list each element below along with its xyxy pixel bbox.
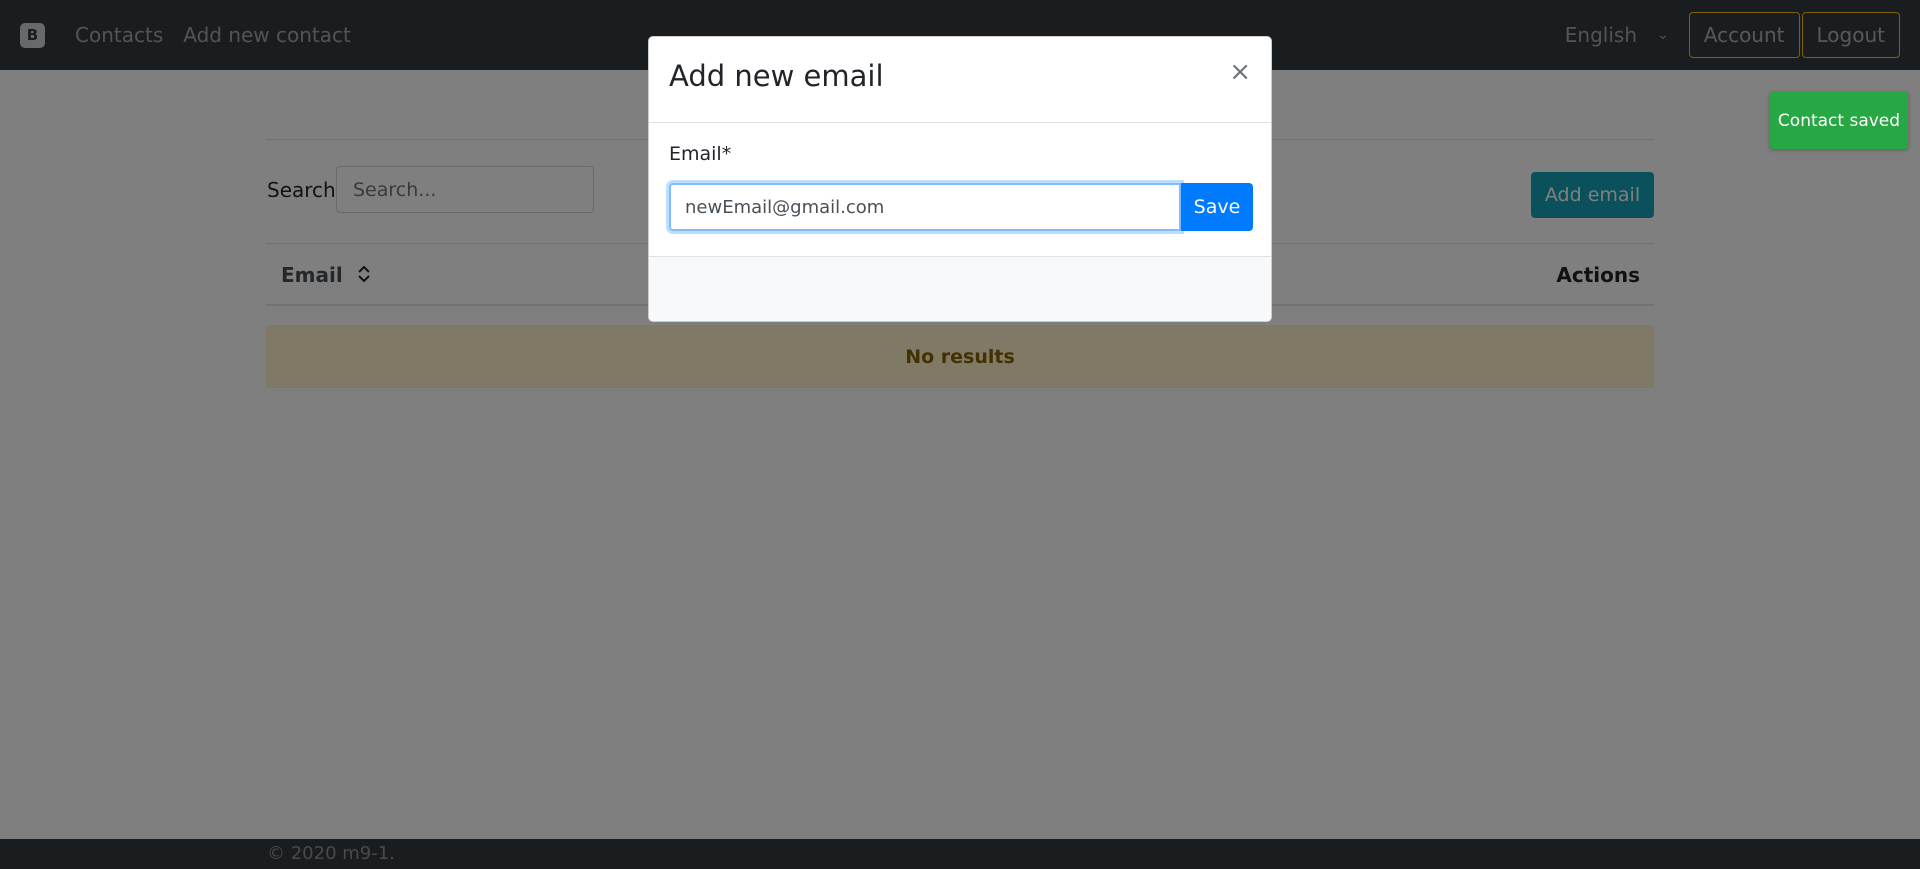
modal-header: Add new email × (649, 37, 1271, 123)
email-field[interactable] (669, 183, 1181, 231)
success-toast[interactable]: Contact saved (1770, 92, 1908, 149)
modal-title: Add new email (669, 59, 884, 93)
modal-body: Email* Save (649, 123, 1271, 257)
save-button[interactable]: Save (1181, 183, 1253, 231)
close-icon[interactable]: × (1229, 59, 1251, 85)
email-label: Email* (669, 143, 732, 165)
email-input-group: Save (669, 183, 1253, 231)
modal-footer (649, 257, 1271, 321)
add-email-modal: Add new email × Email* Save (648, 36, 1272, 322)
